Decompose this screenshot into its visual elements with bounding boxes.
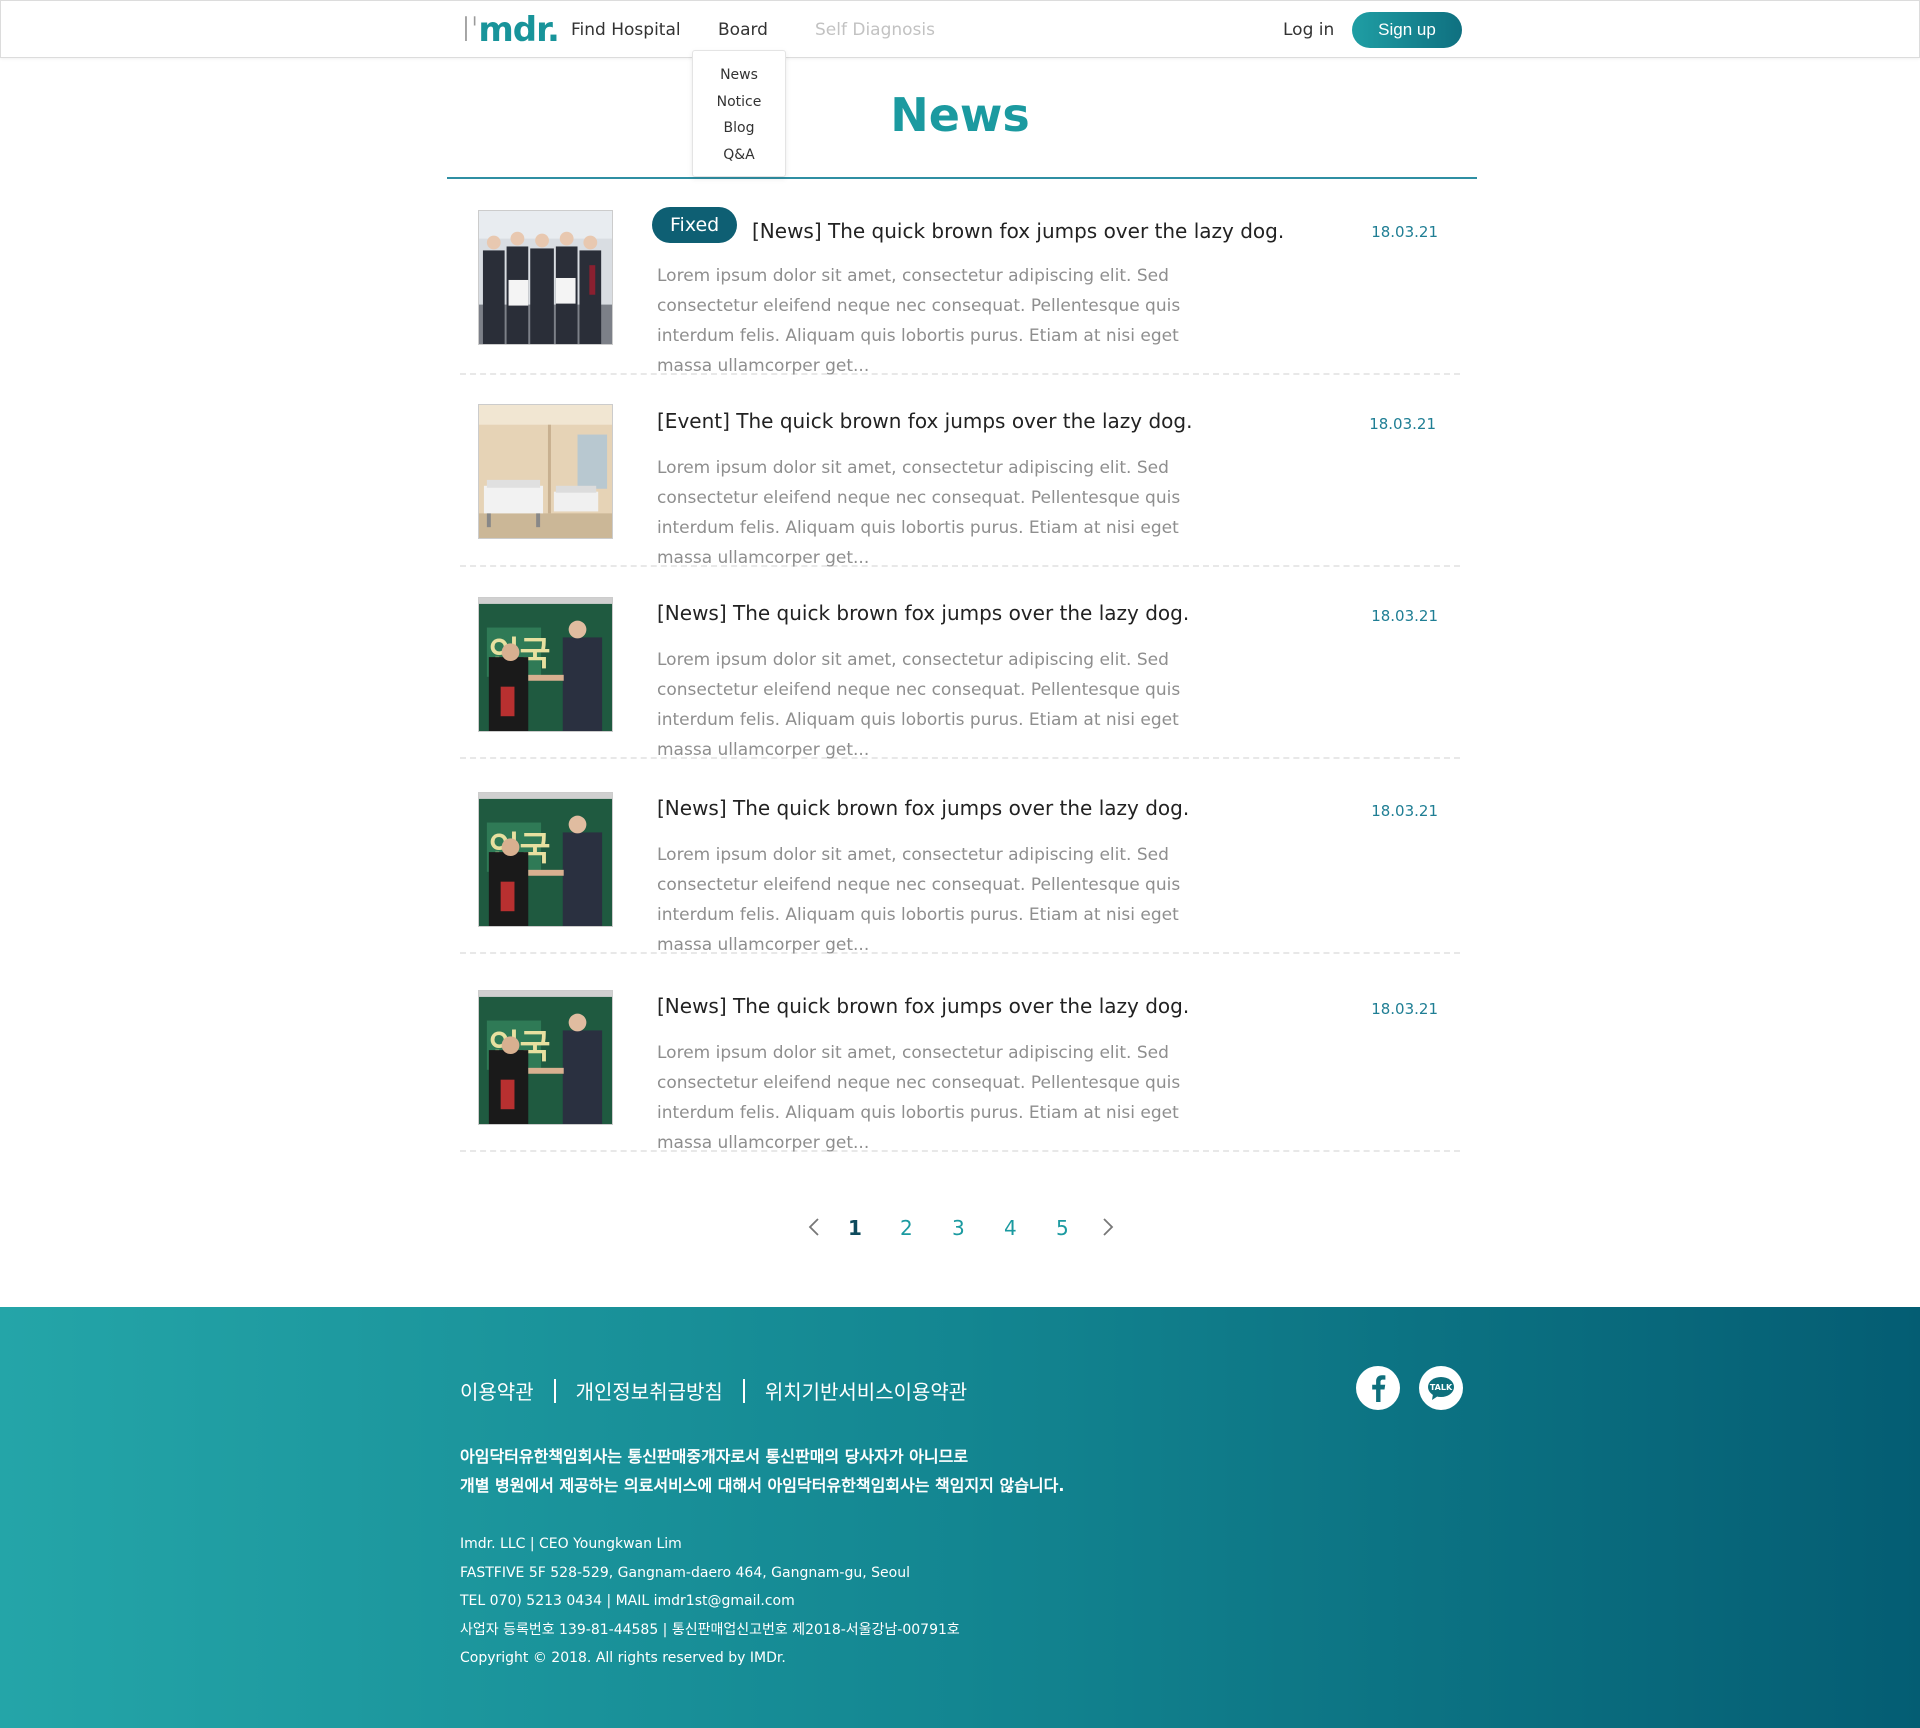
post-excerpt: Lorem ipsum dolor sit amet, consectetur … — [657, 458, 1181, 568]
footer-link-location-terms[interactable]: 위치기반서비스이용약관 — [765, 1376, 967, 1405]
nav-board[interactable]: Board — [718, 20, 768, 40]
next-page-chevron-right-icon[interactable] — [1096, 1216, 1118, 1238]
dropdown-item-qna[interactable]: Q&A — [693, 142, 785, 169]
post-item[interactable]: 인국 [News] The quick brown fox jumps over… — [460, 960, 1460, 1153]
post-title[interactable]: [News] The quick brown fox jumps over th… — [657, 994, 1189, 1018]
post-thumbnail-handshake[interactable]: 인국 — [478, 792, 613, 927]
top-header: I' mdr. Find Hospital Board Self Diagnosi… — [0, 0, 1920, 58]
post-excerpt: Lorem ipsum dolor sit amet, consectetur … — [657, 650, 1181, 760]
post-excerpt: Lorem ipsum dolor sit amet, consectetur … — [657, 845, 1181, 955]
footer-link-separator — [553, 1378, 556, 1403]
page-5[interactable]: 5 — [1056, 1216, 1069, 1240]
post-item[interactable]: [Event] The quick brown fox jumps over t… — [460, 375, 1460, 568]
fixed-badge: Fixed — [652, 207, 738, 243]
post-title[interactable]: [News] The quick brown fox jumps over th… — [657, 796, 1189, 820]
post-date: 18.03.21 — [1371, 223, 1438, 241]
footer-link-privacy[interactable]: 개인정보취급방침 — [576, 1376, 723, 1405]
logo-i-text: I' — [461, 10, 479, 50]
title-divider — [447, 177, 1477, 179]
post-title[interactable]: [News] The quick brown fox jumps over th… — [657, 601, 1189, 625]
login-link[interactable]: Log in — [1283, 20, 1334, 40]
footer-notice-line: 개별 병원에서 제공하는 의료서비스에 대해서 아임닥터유한책임회사는 책임지지… — [460, 1476, 1065, 1495]
post-thumbnail-group-photo[interactable] — [478, 210, 613, 345]
footer-copyright: Copyright © 2018. All rights reserved by… — [460, 1650, 786, 1666]
signup-button[interactable]: Sign up — [1352, 12, 1462, 48]
post-excerpt: Lorem ipsum dolor sit amet, consectetur … — [657, 266, 1181, 376]
post-date: 18.03.21 — [1371, 607, 1438, 625]
footer-contact: TEL 070) 5213 0434 | MAIL imdr1st@gmail.… — [460, 1593, 795, 1609]
post-thumbnail-handshake[interactable]: 인국 — [478, 990, 613, 1125]
dropdown-item-news[interactable]: News — [693, 62, 785, 89]
footer-link-separator — [742, 1378, 745, 1403]
footer-legal-notice: 아임닥터유한책임회사는 통신판매중개자로서 통신판매의 당사자가 아니므로 개별… — [460, 1442, 1064, 1500]
page-3[interactable]: 3 — [952, 1216, 965, 1240]
footer-notice-line: 아임닥터유한책임회사는 통신판매중개자로서 통신판매의 당사자가 아니므로 — [460, 1447, 969, 1466]
post-title[interactable]: [Event] The quick brown fox jumps over t… — [657, 409, 1192, 433]
page-4[interactable]: 4 — [1004, 1216, 1017, 1240]
kakaotalk-label: TALK — [1430, 1383, 1453, 1392]
footer-business-registration: 사업자 등록번호 139-81-44585 | 통신판매업신고번호 제2018-… — [460, 1621, 960, 1638]
footer-company-info: Imdr. LLC | CEO Youngkwan Lim FASTFIVE 5… — [460, 1530, 960, 1673]
dropdown-item-notice[interactable]: Notice — [693, 89, 785, 116]
footer-company-name: Imdr. LLC | CEO Youngkwan Lim — [460, 1536, 682, 1552]
dropdown-item-blog[interactable]: Blog — [693, 115, 785, 142]
post-item[interactable]: 인국 [News] The quick brown fox jumps over… — [460, 762, 1460, 955]
nav-self-diagnosis[interactable]: Self Diagnosis — [815, 20, 935, 40]
board-dropdown-menu: News Notice Blog Q&A — [692, 50, 786, 177]
prev-page-chevron-left-icon[interactable] — [804, 1216, 826, 1238]
post-thumbnail-handshake[interactable]: 인국 — [478, 597, 613, 732]
post-date: 18.03.21 — [1371, 1000, 1438, 1018]
kakaotalk-icon[interactable]: TALK — [1419, 1366, 1463, 1410]
post-date: 18.03.21 — [1369, 415, 1436, 433]
page-1[interactable]: 1 — [848, 1216, 862, 1240]
logo-mdr-text: mdr. — [478, 10, 560, 50]
imdr-logo[interactable]: I' mdr. — [461, 10, 560, 50]
post-thumbnail-hospital-room[interactable] — [478, 404, 613, 539]
pagination: 1 2 3 4 5 — [0, 1212, 1920, 1244]
post-title[interactable]: [News] The quick brown fox jumps over th… — [752, 219, 1284, 243]
post-excerpt: Lorem ipsum dolor sit amet, consectetur … — [657, 1043, 1181, 1153]
page-title: News — [890, 88, 1030, 142]
footer-address: FASTFIVE 5F 528-529, Gangnam-daero 464, … — [460, 1564, 910, 1581]
page-2[interactable]: 2 — [900, 1216, 913, 1240]
facebook-icon[interactable] — [1356, 1366, 1400, 1410]
footer-link-terms[interactable]: 이용약관 — [460, 1376, 534, 1405]
post-item[interactable]: Fixed [News] The quick brown fox jumps o… — [460, 183, 1460, 376]
post-date: 18.03.21 — [1371, 802, 1438, 820]
footer-links: 이용약관 개인정보취급방침 위치기반서비스이용약관 — [460, 1376, 967, 1405]
post-item[interactable]: 인국 [News] The quick brown fox jumps over… — [460, 567, 1460, 760]
nav-find-hospital[interactable]: Find Hospital — [571, 20, 681, 40]
site-footer: 이용약관 개인정보취급방침 위치기반서비스이용약관 TALK 아임닥터유한책임회… — [0, 1307, 1920, 1728]
